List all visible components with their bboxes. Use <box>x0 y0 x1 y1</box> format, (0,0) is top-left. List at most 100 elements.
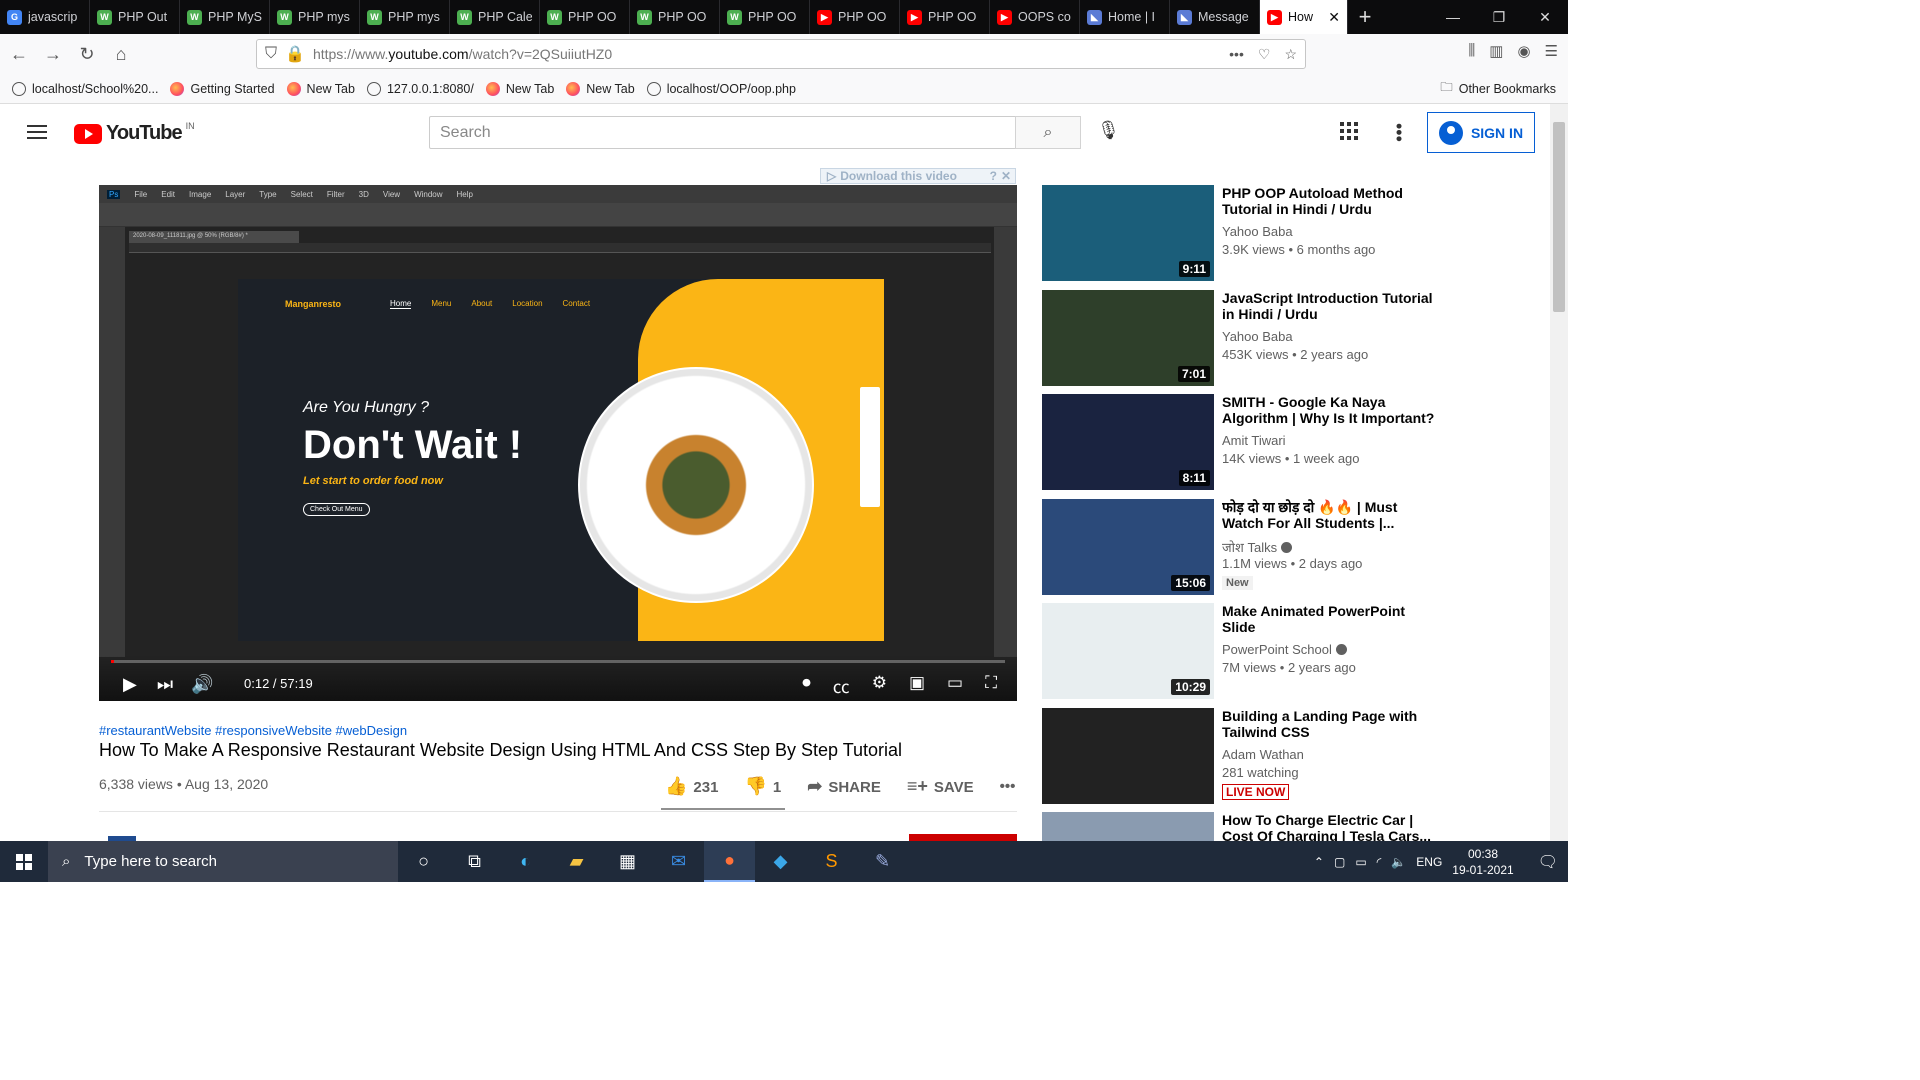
share-button[interactable]: ➦ SHARE <box>807 776 881 797</box>
video-thumbnail[interactable]: 15:06 <box>1042 498 1214 595</box>
bookmark-item[interactable]: localhost/OOP/oop.php <box>646 81 796 96</box>
bookmark-item[interactable]: New Tab <box>286 81 355 96</box>
pocket-icon[interactable]: ♡ <box>1258 46 1271 63</box>
miniplayer-icon[interactable]: ▣ <box>909 673 925 698</box>
volume-icon[interactable]: 🔈 <box>1391 855 1406 869</box>
restore-icon[interactable]: ❐ <box>1476 0 1522 34</box>
sign-in-button[interactable]: SIGN IN <box>1427 112 1535 153</box>
video-thumbnail[interactable] <box>1042 812 1214 841</box>
cortana-icon[interactable]: ○ <box>398 841 449 882</box>
search-button[interactable]: ⌕ <box>1015 116 1081 149</box>
related-video-channel[interactable]: जोश Talks <box>1222 538 1293 556</box>
device-icon[interactable]: ▢ <box>1334 855 1345 869</box>
minimize-icon[interactable]: — <box>1430 0 1476 34</box>
search-input[interactable]: Search <box>429 116 1016 149</box>
chevron-up-icon[interactable]: ⌃ <box>1314 855 1324 869</box>
related-video-channel[interactable]: PowerPoint School <box>1222 642 1347 657</box>
browser-tab[interactable]: W PHP Cale <box>450 0 540 34</box>
related-video-title[interactable]: How To Charge Electric Car | Cost Of Cha… <box>1222 812 1437 841</box>
save-button[interactable]: ≡+ SAVE <box>907 776 974 797</box>
related-video-card[interactable]: Building a Landing Page with Tailwind CS… <box>1042 707 1442 804</box>
video-player[interactable]: Ps File Edit Image Layer Type Select Filter 3D V… <box>99 185 1017 701</box>
related-video-title[interactable]: PHP OOP Autoload Method Tutorial in Hind… <box>1222 185 1437 217</box>
firefox-icon[interactable]: ● <box>704 841 755 882</box>
back-icon[interactable]: ← <box>4 39 34 69</box>
account-icon[interactable]: ◉ <box>1517 42 1530 60</box>
dislike-button[interactable]: 👎 1 <box>744 776 781 797</box>
video-hashtags[interactable]: #restaurantWebsite #responsiveWebsite #w… <box>99 723 407 738</box>
related-video-title[interactable]: फोड़ दो या छोड़ दो 🔥🔥 | Must Watch For A… <box>1222 499 1437 531</box>
close-icon[interactable]: ✕ <box>1001 169 1011 183</box>
youtube-logo[interactable]: YouTube IN <box>74 121 195 145</box>
browser-tab[interactable]: ▶ PHP OO <box>810 0 900 34</box>
browser-tab[interactable]: ◣ Home | I <box>1080 0 1170 34</box>
bookmark-item[interactable]: New Tab <box>566 81 635 96</box>
browser-tab[interactable]: W PHP OO <box>630 0 720 34</box>
sidebar-icon[interactable]: ▥ <box>1489 42 1503 60</box>
browser-tab[interactable]: W PHP OO <box>540 0 630 34</box>
download-video-button[interactable]: ▷ Download this video ? ✕ <box>820 168 1016 184</box>
video-thumbnail[interactable]: 10:29 <box>1042 603 1214 699</box>
forward-icon[interactable]: → <box>38 39 68 69</box>
file-explorer-icon[interactable]: ▰ <box>551 841 602 882</box>
related-video-title[interactable]: JavaScript Introduction Tutorial in Hind… <box>1222 290 1437 322</box>
related-video-title[interactable]: SMITH - Google Ka Naya Algorithm | Why I… <box>1222 394 1437 426</box>
next-button-icon[interactable]: ⏭ <box>157 674 173 695</box>
bookmark-item[interactable]: 127.0.0.1:8080/ <box>366 81 474 96</box>
battery-icon[interactable]: ▭ <box>1355 855 1366 869</box>
related-video-title[interactable]: Make Animated PowerPoint Slide <box>1222 603 1437 635</box>
browser-tab[interactable]: ◣ Message <box>1170 0 1260 34</box>
related-video-channel[interactable]: Adam Wathan <box>1222 747 1304 762</box>
browser-tab[interactable]: Gjavascrip <box>0 0 90 34</box>
library-icon[interactable]: ⫼ <box>1468 42 1475 60</box>
network-icon[interactable]: ◜ <box>1377 855 1382 869</box>
related-video-channel[interactable]: Yahoo Baba <box>1222 224 1293 239</box>
microphone-icon[interactable]: 🎙 <box>1097 120 1120 141</box>
video-thumbnail[interactable]: 7:01 <box>1042 289 1214 386</box>
home-icon[interactable]: ⌂ <box>106 39 136 69</box>
new-tab-button[interactable]: + <box>1348 0 1382 34</box>
browser-tab[interactable]: W PHP Out <box>90 0 180 34</box>
apps-grid-icon[interactable] <box>1340 122 1358 140</box>
shield-icon[interactable]: ⛉ <box>265 45 277 63</box>
volume-icon[interactable]: 🔊 <box>191 674 213 695</box>
browser-tab[interactable]: W PHP OO <box>720 0 810 34</box>
bookmark-star-icon[interactable]: ☆ <box>1284 46 1297 63</box>
reload-icon[interactable]: ↻ <box>72 39 102 69</box>
captions-icon[interactable]: ㏄ <box>833 673 850 698</box>
url-text[interactable]: https://www.youtube.com/watch?v=2QSuiiut… <box>313 46 612 62</box>
subscribe-button[interactable] <box>909 834 1017 841</box>
related-video-channel[interactable]: Yahoo Baba <box>1222 329 1293 344</box>
store-icon[interactable]: ▦ <box>602 841 653 882</box>
related-video-card[interactable]: How To Charge Electric Car | Cost Of Cha… <box>1042 812 1442 841</box>
tab-active[interactable]: ▶ How ✕ <box>1260 0 1348 34</box>
related-video-card[interactable]: 15:06 फोड़ दो या छोड़ दो 🔥🔥 | Must Watch … <box>1042 498 1442 595</box>
notepad-icon[interactable]: ✎ <box>857 841 908 882</box>
help-icon[interactable]: ? <box>990 169 997 183</box>
related-video-channel[interactable]: Amit Tiwari <box>1222 433 1286 448</box>
clock[interactable]: 00:38 19-01-2021 <box>1452 846 1513 878</box>
browser-tab[interactable]: W PHP mys <box>360 0 450 34</box>
vscode-icon[interactable]: ◆ <box>755 841 806 882</box>
language[interactable]: ENG <box>1416 855 1442 869</box>
task-view-icon[interactable]: ⧉ <box>449 841 500 882</box>
like-button[interactable]: 👍 231 <box>665 776 718 797</box>
mail-icon[interactable]: ✉ <box>653 841 704 882</box>
browser-tab[interactable]: ▶ OOPS co <box>990 0 1080 34</box>
page-scrollbar[interactable] <box>1550 104 1568 841</box>
play-button-icon[interactable]: ▶ <box>123 674 137 695</box>
menu-icon[interactable]: ☰ <box>1545 42 1558 60</box>
fullscreen-icon[interactable]: ⛶ <box>985 673 997 698</box>
browser-tab[interactable]: ▶ PHP OO <box>900 0 990 34</box>
bookmark-item[interactable]: localhost/School%20... <box>12 81 158 96</box>
lock-icon[interactable]: 🔒 <box>285 44 305 64</box>
related-video-title[interactable]: Building a Landing Page with Tailwind CS… <box>1222 708 1437 740</box>
edge-icon[interactable]: ◐ <box>500 841 551 882</box>
autoplay-toggle-icon[interactable]: ⏺ <box>802 673 811 698</box>
scrollbar-thumb[interactable] <box>1553 122 1565 312</box>
hamburger-menu-icon[interactable] <box>27 125 47 139</box>
progress-bar[interactable] <box>111 660 1005 663</box>
start-button[interactable] <box>0 853 48 870</box>
related-video-card[interactable]: 9:11 PHP OOP Autoload Method Tutorial in … <box>1042 185 1442 281</box>
notifications-icon[interactable]: 🗨 <box>1538 852 1558 872</box>
